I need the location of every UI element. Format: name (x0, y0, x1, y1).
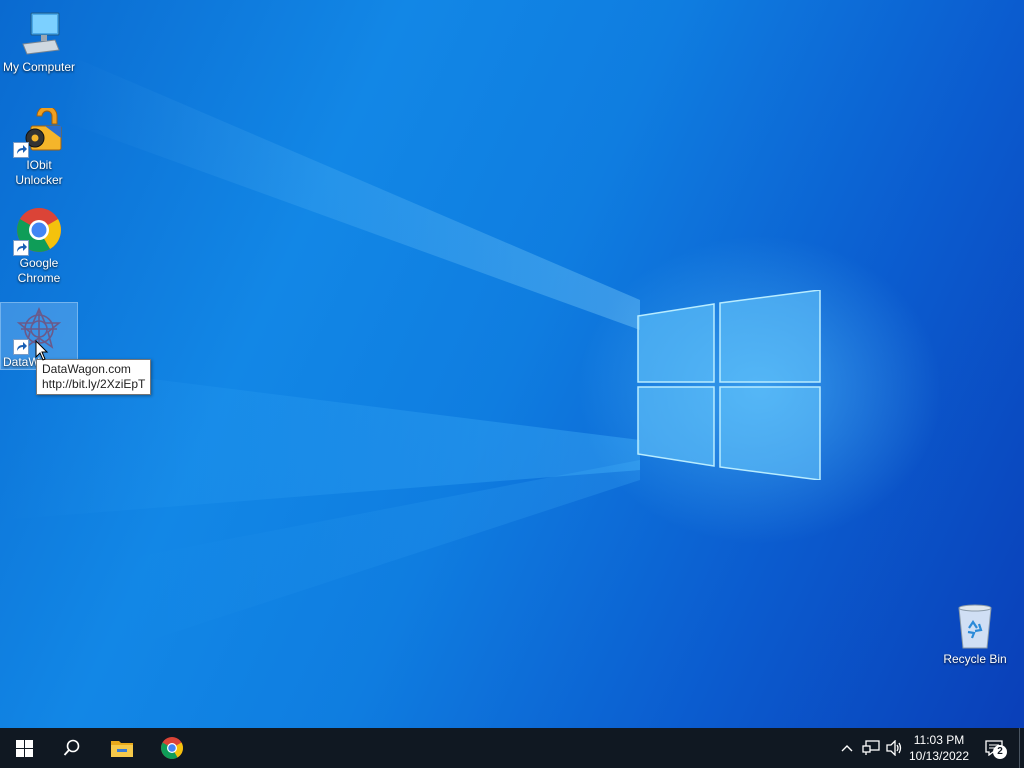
desktop[interactable]: My Computer IObit Unlocker Google Chrome… (0, 0, 1024, 728)
notification-count-badge: 2 (993, 745, 1007, 759)
show-desktop-button[interactable] (1019, 728, 1024, 768)
desktop-icon-label: IObit Unlocker (15, 158, 63, 187)
desktop-icon-recycle-bin[interactable]: Recycle Bin (937, 602, 1013, 667)
desktop-icon-google-chrome[interactable]: Google Chrome (1, 206, 77, 286)
tooltip-title: DataWagon.com (42, 362, 131, 376)
tooltip: DataWagon.com http://bit.ly/2XziEpT (36, 359, 152, 395)
taskbar: 11:03 PM 10/13/2022 2 (0, 728, 1024, 768)
file-explorer-button[interactable] (98, 728, 146, 768)
tooltip-url: http://bit.ly/2XziEpT (42, 377, 146, 391)
search-icon (63, 739, 80, 756)
folder-icon (111, 741, 133, 757)
shortcut-arrow-icon (13, 339, 29, 355)
mouse-cursor-icon (35, 340, 49, 361)
clock[interactable]: 11:03 PM 10/13/2022 (904, 732, 974, 764)
start-button[interactable] (0, 728, 48, 768)
chrome-taskbar-button[interactable] (148, 728, 196, 768)
desktop-icon-label: Recycle Bin (943, 652, 1007, 666)
chevron-up-icon (841, 745, 853, 752)
network-icon (862, 740, 880, 755)
network-button[interactable] (860, 728, 882, 768)
recycle-bin-icon (951, 602, 999, 650)
desktop-icon-iobit-unlocker[interactable]: IObit Unlocker (1, 105, 77, 188)
speaker-icon (886, 740, 902, 756)
wallpaper-light-beams (0, 60, 640, 650)
windows-logo-wallpaper (637, 290, 821, 480)
desktop-icon-my-computer[interactable]: My Computer (1, 10, 77, 75)
computer-icon (15, 10, 63, 58)
iobit-unlocker-icon (13, 105, 63, 158)
clock-date: 10/13/2022 (908, 749, 970, 763)
show-hidden-icons-button[interactable] (838, 728, 856, 768)
shortcut-arrow-icon (13, 142, 29, 158)
chrome-icon (161, 737, 183, 759)
clock-time: 11:03 PM (913, 733, 965, 747)
desktop-icon-label: My Computer (2, 60, 76, 74)
action-center-button[interactable]: 2 (980, 728, 1008, 768)
volume-button[interactable] (884, 728, 906, 768)
desktop-icon-label: Google Chrome (17, 256, 61, 285)
shortcut-arrow-icon (13, 240, 29, 256)
chrome-icon (13, 206, 63, 256)
search-button[interactable] (48, 728, 96, 768)
windows-icon (15, 739, 33, 757)
